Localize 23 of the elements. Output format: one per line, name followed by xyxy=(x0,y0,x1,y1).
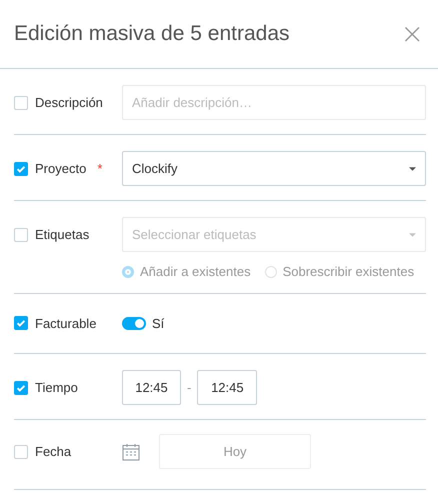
dialog-title: Edición masiva de 5 entradas xyxy=(14,22,290,46)
end-time-field[interactable]: 12:45 xyxy=(197,370,258,405)
checkbox[interactable] xyxy=(14,380,28,394)
field-label: Facturable xyxy=(35,316,96,330)
time-separator: - xyxy=(187,380,192,395)
required-mark: * xyxy=(97,161,102,176)
project-dropdown[interactable]: Clockify xyxy=(122,151,426,186)
calendar-icon[interactable] xyxy=(122,442,140,460)
field-label: Fecha xyxy=(35,444,72,459)
field-label: Tiempo xyxy=(35,380,78,395)
caret-icon xyxy=(409,166,416,170)
field-label: Proyecto xyxy=(35,161,86,176)
toggle-switch[interactable] xyxy=(122,316,146,330)
start-time-field[interactable]: 12:45 xyxy=(122,370,181,405)
caret-icon xyxy=(409,232,416,236)
checkbox[interactable] xyxy=(14,316,28,330)
description-field[interactable]: Añadir descripción… xyxy=(122,85,426,120)
field-label: Descripción xyxy=(35,95,103,110)
close-button[interactable]: × xyxy=(400,20,424,48)
checkbox[interactable] xyxy=(14,162,28,176)
checkbox[interactable] xyxy=(14,96,28,110)
toggle-label: Sí xyxy=(152,316,164,330)
field-label: Etiquetas xyxy=(35,227,90,242)
